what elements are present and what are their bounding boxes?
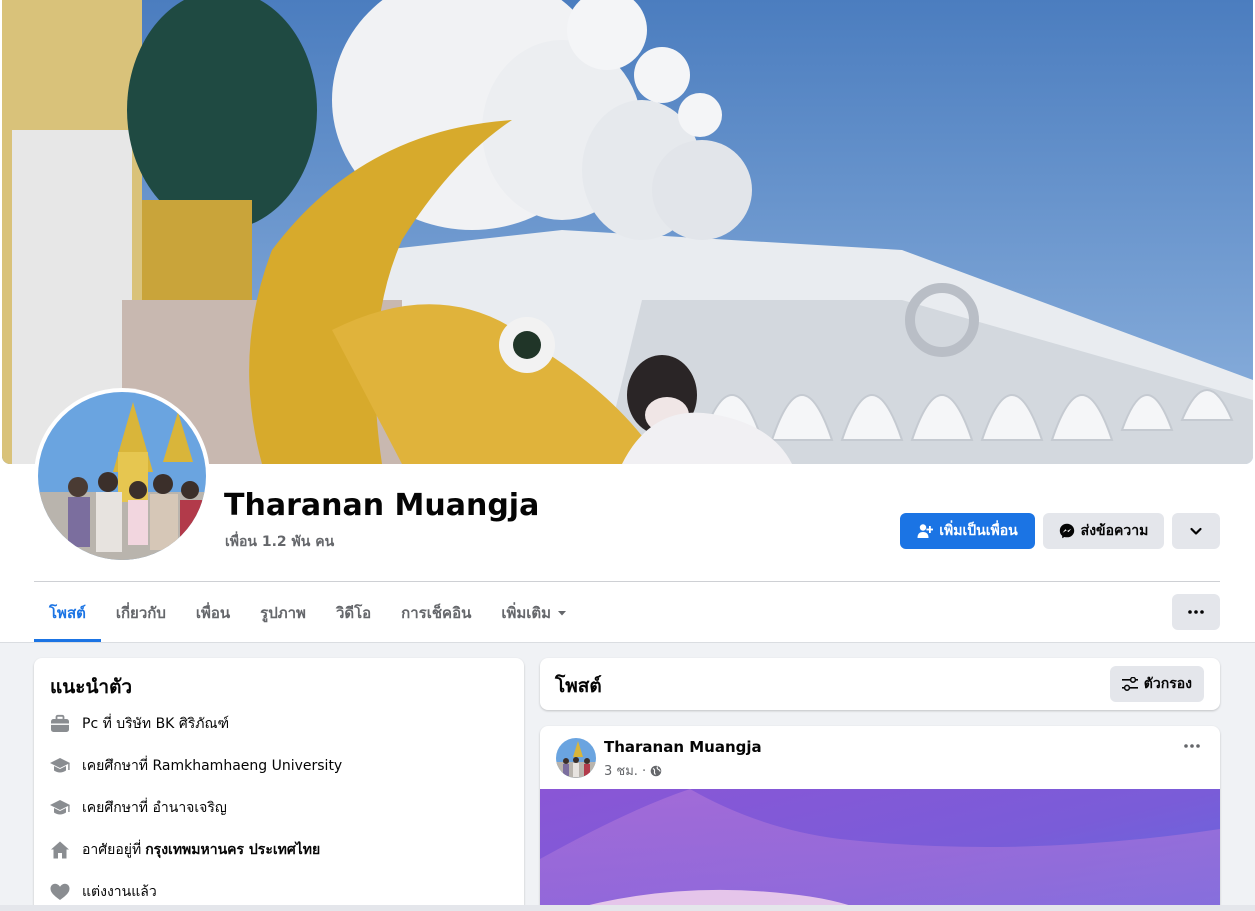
message-label: ส่งข้อความ	[1080, 523, 1149, 539]
intro-item-text: เคยศึกษาที่ Ramkhamhaeng University	[82, 758, 343, 774]
filter-sliders-icon	[1121, 677, 1138, 691]
graduation-cap-icon	[48, 754, 72, 778]
caret-down-icon	[557, 608, 567, 618]
intro-item-text: อาศัยอยู่ที่	[82, 842, 142, 858]
profile-avatar[interactable]	[34, 388, 210, 564]
posts-title: โพสต์	[555, 675, 602, 697]
post-author-name[interactable]: Tharanan Muangja	[604, 738, 762, 756]
window-bottom-edge	[0, 905, 1255, 911]
tab-checkins[interactable]: การเช็คอิน	[386, 584, 486, 642]
intro-item-text: Pc ที่ บริษัท BK ศิริภัณฑ์	[82, 716, 230, 732]
chevron-down-icon	[1189, 524, 1203, 538]
add-friend-icon	[917, 523, 934, 539]
tab-more[interactable]: เพิ่มเติม	[486, 584, 582, 642]
intro-item-text: แต่งงานแล้ว	[82, 884, 157, 900]
intro-title: แนะนำตัว	[50, 676, 133, 698]
heart-icon	[48, 880, 72, 904]
tab-label: เพิ่มเติม	[501, 604, 552, 622]
tab-label: เพื่อน	[195, 604, 231, 622]
message-button[interactable]: ส่งข้อความ	[1043, 513, 1164, 549]
profile-tabs: โพสต์ เกี่ยวกับ เพื่อน รูปภาพ วิดีโอ การ…	[34, 584, 582, 642]
intro-item-education: เคยศึกษาที่ อำนาจเจริญ	[48, 796, 227, 820]
post-meta: 3 ชม. ·	[604, 760, 662, 781]
post-timestamp[interactable]: 3 ชม. ·	[604, 760, 646, 781]
posts-header-card: โพสต์ ตัวกรอง	[540, 658, 1220, 710]
tab-photos[interactable]: รูปภาพ	[245, 584, 321, 642]
avatar-photo	[38, 392, 206, 560]
tab-label: โพสต์	[49, 604, 86, 622]
briefcase-icon	[48, 712, 72, 736]
residence-location-link[interactable]: กรุงเทพมหานคร ประเทศไทย	[145, 839, 320, 861]
intro-item-education: เคยศึกษาที่ Ramkhamhaeng University	[48, 754, 342, 778]
post-options-button[interactable]	[1184, 744, 1200, 748]
intro-item-work: Pc ที่ บริษัท BK ศิริภัณฑ์	[48, 712, 229, 736]
tab-about[interactable]: เกี่ยวกับ	[101, 584, 181, 642]
post-card: Tharanan Muangja 3 ชม. ·	[540, 726, 1220, 911]
intro-item-residence: อาศัยอยู่ที่ กรุงเทพมหานคร ประเทศไทย	[48, 838, 320, 862]
tab-friends[interactable]: เพื่อน	[181, 584, 245, 642]
messenger-icon	[1059, 523, 1075, 539]
header-divider	[34, 581, 1220, 582]
add-friend-label: เพิ่มเป็นเพื่อน	[939, 523, 1018, 539]
cover-photo[interactable]	[2, 0, 1253, 464]
profile-dropdown-button[interactable]	[1172, 513, 1220, 549]
more-dots-icon	[1188, 610, 1204, 614]
home-icon	[48, 838, 72, 862]
tabs-more-options-button[interactable]	[1172, 594, 1220, 630]
profile-name: Tharanan Muangja	[224, 488, 540, 523]
add-friend-button[interactable]: เพิ่มเป็นเพื่อน	[900, 513, 1035, 549]
post-background-image[interactable]	[540, 789, 1220, 911]
tab-label: การเช็คอิน	[401, 604, 472, 622]
post-author-avatar[interactable]	[556, 738, 596, 778]
profile-page: Tharanan Muangja เพื่อน 1.2 พัน คน เพิ่ม…	[0, 0, 1255, 911]
tab-posts[interactable]: โพสต์	[34, 584, 101, 642]
filter-label: ตัวกรอง	[1143, 676, 1192, 692]
filter-button[interactable]: ตัวกรอง	[1109, 666, 1204, 702]
more-dots-icon	[1184, 744, 1200, 748]
tab-label: รูปภาพ	[260, 604, 306, 622]
tab-label: เกี่ยวกับ	[115, 604, 166, 622]
globe-icon[interactable]	[650, 765, 662, 777]
intro-card: แนะนำตัว Pc ที่ บริษัท BK ศิริภัณฑ์ เคยศ…	[34, 658, 524, 911]
tab-label: วิดีโอ	[335, 604, 372, 622]
intro-item-text: เคยศึกษาที่ อำนาจเจริญ	[82, 800, 227, 816]
intro-item-relationship: แต่งงานแล้ว	[48, 880, 157, 904]
friend-count[interactable]: เพื่อน 1.2 พัน คน	[225, 531, 334, 553]
graduation-cap-icon	[48, 796, 72, 820]
tab-videos[interactable]: วิดีโอ	[321, 584, 386, 642]
profile-header: Tharanan Muangja เพื่อน 1.2 พัน คน เพิ่ม…	[0, 0, 1255, 643]
